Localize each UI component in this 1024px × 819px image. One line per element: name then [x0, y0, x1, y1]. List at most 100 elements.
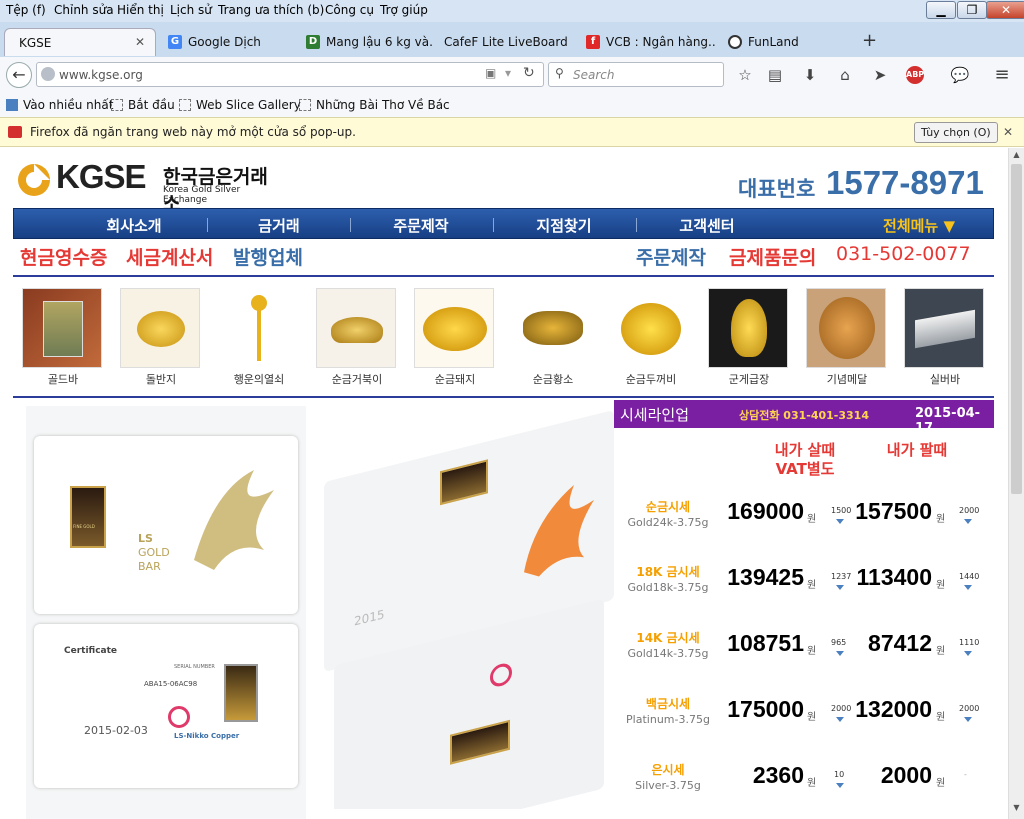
won-unit: 원 — [936, 514, 946, 525]
won-unit: 원 — [936, 712, 946, 723]
nav-company[interactable]: 회사소개 — [84, 215, 184, 236]
hamburger-menu-icon[interactable]: ≡ — [992, 65, 1012, 85]
custom-order-link[interactable]: 주문제작 — [636, 243, 706, 270]
product-silver-bar[interactable]: 실버바 — [904, 288, 986, 387]
product-image — [218, 288, 298, 368]
menu-file[interactable]: Tệp (f) — [6, 3, 46, 17]
sell-change: - — [964, 770, 967, 779]
tax-invoice-link[interactable]: 세금계산서 — [126, 243, 213, 270]
fine-gold-text: FINE GOLD — [73, 524, 95, 529]
nav-custom-order[interactable]: 주문제작 — [371, 215, 471, 236]
bookmark-label: Web Slice Gallery — [196, 98, 301, 112]
product-gold-bull[interactable]: 순금황소 — [512, 288, 594, 387]
folder-icon — [6, 99, 18, 111]
main-navigation: 회사소개 금거래 주문제작 지점찾기 고객센터 전체메뉴 ▼ — [13, 208, 994, 239]
tab-google-translate[interactable]: G Google Dịch — [158, 28, 292, 56]
back-icon[interactable]: ← — [6, 62, 32, 88]
bookmark-star-icon[interactable]: ☆ — [735, 65, 755, 85]
product-inquiry-link[interactable]: 금제품문의 — [729, 243, 816, 270]
product-baby-ring[interactable]: 돌반지 — [120, 288, 202, 387]
gold-bar-icon — [450, 719, 510, 765]
gold-bar-card-photo: FINE GOLD LS GOLD BAR Certificate SERIAL… — [26, 406, 306, 819]
download-icon[interactable]: ⬇ — [800, 65, 820, 85]
gold-bar-icon: FINE GOLD — [70, 486, 106, 548]
menu-help[interactable]: Trợ giúp — [380, 3, 428, 17]
kgse-logo[interactable]: KGSE 한국금은거래소 Korea Gold Silver Exchange — [16, 158, 276, 215]
tab-label: CafeF Lite LiveBoard — [444, 35, 568, 49]
search-icon: ⚲ — [555, 66, 564, 80]
send-icon[interactable]: ➤ — [870, 65, 890, 85]
tab-cafef[interactable]: CafeF Lite LiveBoard — [434, 28, 574, 56]
seal-icon — [168, 706, 190, 728]
address-bar[interactable]: www.kgse.org ▣ ▾ ↻ — [36, 62, 544, 87]
restore-button[interactable]: ❐ — [957, 1, 987, 19]
gold-bar-card-front: FINE GOLD LS GOLD BAR — [34, 436, 298, 614]
menu-bookmarks[interactable]: Trang ưa thích (b) — [218, 3, 324, 17]
product-image — [806, 288, 886, 368]
product-gold-toad[interactable]: 순금두꺼비 — [610, 288, 692, 387]
menu-edit[interactable]: Chỉnh sửa — [54, 3, 114, 17]
notification-close-icon[interactable]: ✕ — [1003, 125, 1013, 139]
scrollbar-thumb[interactable] — [1011, 164, 1022, 494]
scroll-down-icon[interactable]: ▼ — [1011, 803, 1022, 815]
menu-history[interactable]: Lịch sử — [170, 3, 212, 17]
home-icon[interactable]: ⌂ — [835, 65, 855, 85]
gold-bar-icon — [440, 459, 488, 506]
logo-english: Korea Gold Silver Exchange — [163, 185, 241, 205]
tab-funland[interactable]: FunLand — [718, 28, 854, 56]
minimize-button[interactable]: ▁ — [926, 1, 956, 19]
tab-vcb[interactable]: f VCB : Ngân hàng... — [576, 28, 716, 56]
product-medal[interactable]: 기념메달 — [806, 288, 888, 387]
page-icon — [111, 99, 123, 111]
product-label: 순금황소 — [532, 373, 574, 386]
bookmark-label: Vào nhiều nhất — [23, 98, 114, 112]
d-site-icon: D — [306, 35, 320, 49]
tab-mang-lau[interactable]: D Mang lậu 6 kg và... — [296, 28, 432, 56]
vertical-scrollbar[interactable]: ▲ ▼ — [1008, 148, 1024, 819]
dropdown-icon[interactable]: ▾ — [505, 66, 511, 80]
product-label: 돌반지 — [145, 373, 177, 386]
reader-view-icon[interactable]: ▣ — [485, 66, 496, 80]
navigation-toolbar: ← www.kgse.org ▣ ▾ ↻ ⚲ Search ☆ ▤ ⬇ ⌂ ➤ … — [0, 57, 1024, 93]
cash-receipt-link[interactable]: 현금영수증 — [20, 243, 107, 270]
price-panel-header: 시세라인업 상담전화 031-401-3314 2015-04-17 — [614, 400, 994, 436]
nav-customer-center[interactable]: 고객센터 — [657, 215, 757, 236]
tab-close-icon[interactable]: ✕ — [135, 35, 145, 49]
product-gold-pig[interactable]: 순금돼지 — [414, 288, 496, 387]
reload-icon[interactable]: ↻ — [523, 65, 535, 81]
adblock-icon[interactable]: ABP — [906, 66, 924, 84]
bookmark-most-visited[interactable]: Vào nhiều nhất — [6, 98, 113, 112]
product-gold-bar[interactable]: 골드바 — [22, 288, 104, 387]
reading-list-icon[interactable]: ▤ — [765, 65, 785, 85]
phone-label: 대표번호 — [738, 177, 816, 201]
chat-icon[interactable]: 💬 — [950, 65, 970, 85]
nav-all-menu[interactable]: 전체메뉴 ▼ — [869, 215, 969, 236]
product-military-badge[interactable]: 군게급장 — [708, 288, 790, 387]
tab-kgse[interactable]: KGSE ✕ — [4, 28, 156, 56]
down-arrow-icon — [964, 519, 972, 524]
bookmark-start[interactable]: Bắt đầu — [111, 98, 175, 112]
new-tab-icon[interactable]: + — [862, 30, 877, 51]
options-button[interactable]: Tùy chọn (O) — [914, 122, 998, 143]
product-label: 군게급장 — [728, 373, 770, 386]
bookmark-poems[interactable]: Những Bài Thơ Về Bác — [299, 98, 450, 112]
search-placeholder: Search — [573, 68, 615, 82]
issuer-link[interactable]: 발행업체 — [233, 243, 303, 270]
buy-column-header: 내가 살때 — [774, 441, 836, 459]
tab-bar: KGSE ✕ G Google Dịch D Mang lậu 6 kg và.… — [0, 22, 1024, 57]
product-label: 순금두꺼비 — [625, 373, 677, 386]
menu-tools[interactable]: Công cụ — [325, 3, 374, 17]
menu-view[interactable]: Hiển thị — [117, 3, 164, 17]
close-window-button[interactable]: ✕ — [986, 1, 1024, 19]
search-input[interactable]: ⚲ Search — [548, 62, 724, 87]
product-gold-turtle[interactable]: 순금거북이 — [316, 288, 398, 387]
nav-gold-trade[interactable]: 금거래 — [229, 215, 329, 236]
bookmark-web-slice[interactable]: Web Slice Gallery — [179, 98, 301, 112]
scroll-up-icon[interactable]: ▲ — [1011, 150, 1022, 162]
phone-number: 1577-8971 — [826, 164, 984, 201]
sell-price: 2000 — [880, 762, 932, 788]
product-lucky-key[interactable]: 행운의열쇠 — [218, 288, 300, 387]
product-label: 순금돼지 — [434, 373, 476, 386]
page-icon — [179, 99, 191, 111]
nav-find-branch[interactable]: 지점찾기 — [514, 215, 614, 236]
